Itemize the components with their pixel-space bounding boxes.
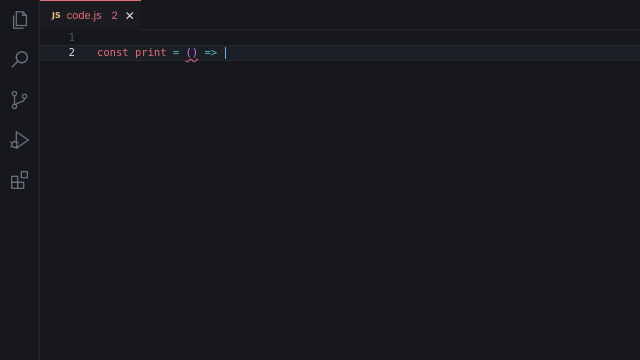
- source-control-icon[interactable]: [8, 88, 32, 112]
- close-icon[interactable]: ✕: [125, 10, 135, 22]
- parens-token: (): [185, 47, 199, 59]
- search-icon[interactable]: [8, 48, 32, 72]
- operator-token: =: [172, 47, 180, 59]
- tab-bar: JS code.js 2 ✕: [40, 0, 640, 30]
- explorer-icon[interactable]: [8, 8, 32, 32]
- line-number: 1: [68, 32, 75, 44]
- editor-window: JS code.js 2 ✕ 1 2 const print = () =>: [0, 0, 640, 360]
- activity-bar: [0, 0, 40, 360]
- line-number: 2: [68, 47, 75, 59]
- tab-filename: code.js: [66, 9, 102, 22]
- extensions-icon[interactable]: [8, 168, 32, 192]
- code-text: const print = () =>: [97, 45, 226, 61]
- identifier-token: print: [134, 47, 167, 59]
- code-editor[interactable]: 1 2 const print = () =>: [40, 30, 640, 360]
- editor-line[interactable]: 1: [40, 30, 640, 46]
- keyword-token: const: [97, 47, 129, 59]
- editor-line-current[interactable]: 2 const print = () =>: [40, 45, 640, 61]
- text-cursor: [224, 47, 226, 59]
- problems-count-badge: 2: [111, 9, 118, 22]
- run-debug-icon[interactable]: [8, 128, 32, 152]
- arrow-token: =>: [204, 47, 218, 59]
- javascript-file-icon: JS: [52, 11, 61, 20]
- tab-code-js[interactable]: JS code.js 2 ✕: [40, 0, 141, 30]
